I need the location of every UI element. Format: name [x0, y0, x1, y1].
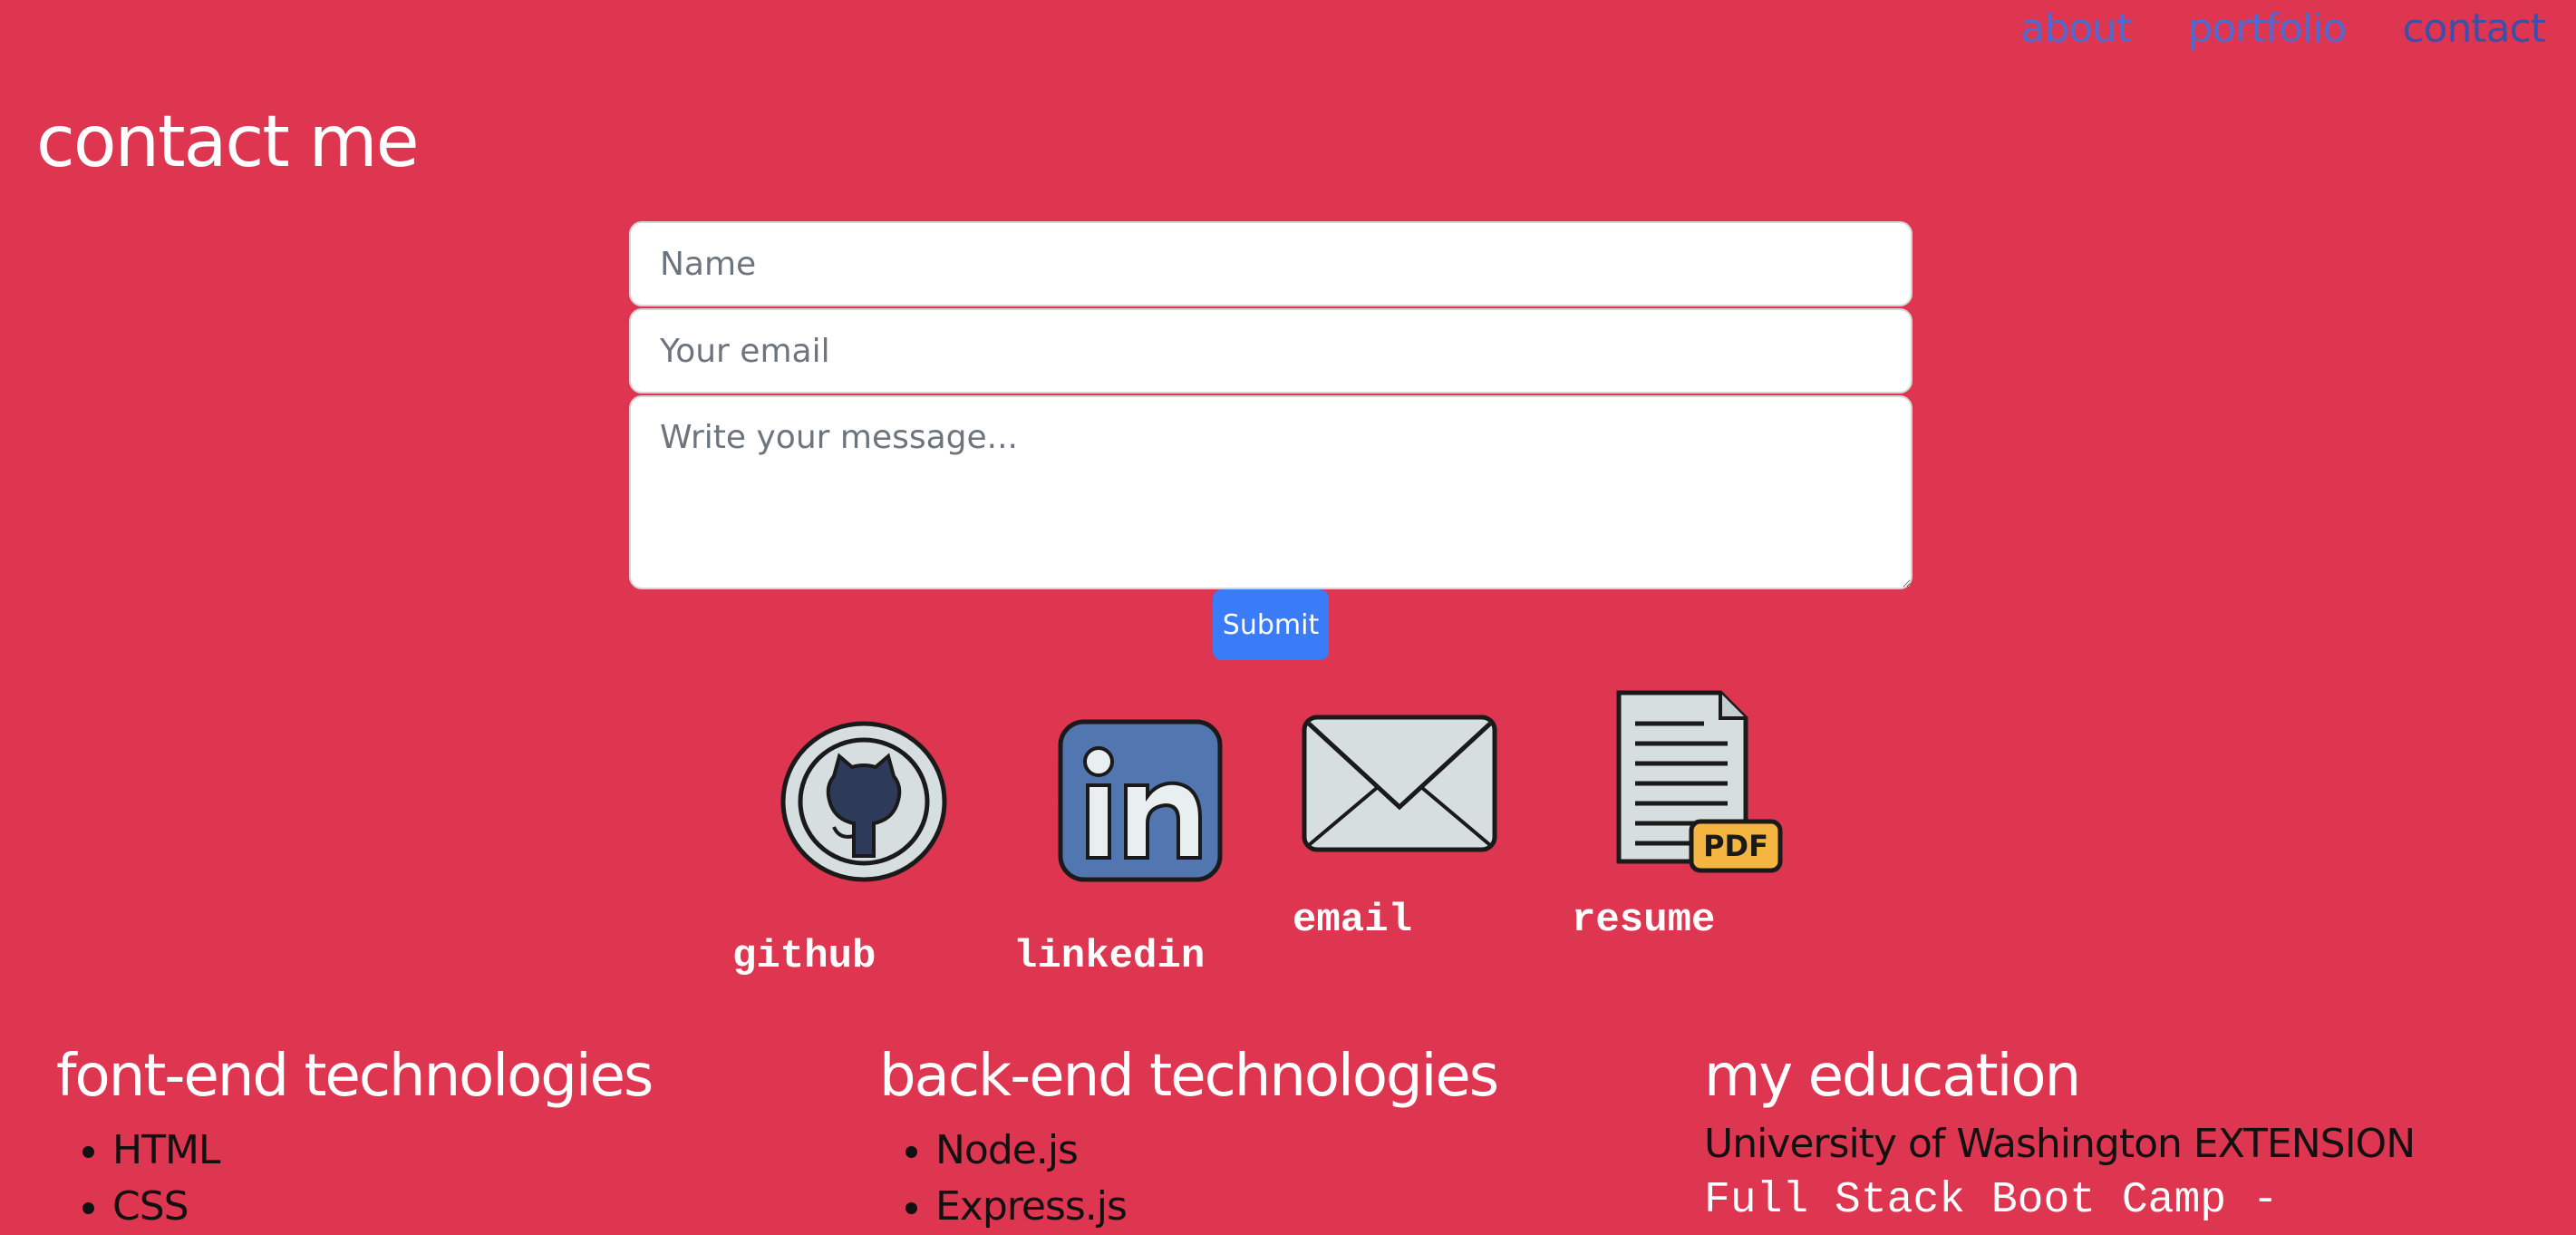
- list-item: CSS: [112, 1179, 652, 1235]
- github-label[interactable]: github: [732, 934, 876, 979]
- backend-list: Node.js Express.js: [879, 1123, 1497, 1235]
- email-input[interactable]: [629, 308, 1913, 394]
- email-link[interactable]: [1300, 713, 1499, 859]
- github-link[interactable]: [780, 720, 948, 888]
- backend-section: back-end technologies Node.js Express.js: [879, 1043, 1499, 1235]
- education-program: Full Stack Boot Camp -: [1704, 1176, 2279, 1225]
- nav-link-portfolio[interactable]: portfolio: [2187, 5, 2347, 52]
- github-icon: [780, 721, 947, 882]
- education-title: my education: [1704, 1043, 2081, 1110]
- education-school: University of Washington EXTENSION: [1704, 1121, 2416, 1167]
- pdf-document-icon: PDF: [1616, 690, 1783, 873]
- page-title: contact me: [36, 102, 420, 183]
- nav-link-contact[interactable]: contact: [2402, 5, 2546, 52]
- submit-button[interactable]: Submit: [1213, 589, 1329, 660]
- list-item: Express.js: [935, 1179, 1497, 1235]
- frontend-title: font-end technologies: [56, 1043, 654, 1110]
- svg-text:PDF: PDF: [1703, 829, 1768, 863]
- linkedin-label[interactable]: linkedin: [1013, 934, 1205, 979]
- frontend-section: font-end technologies HTML CSS: [56, 1043, 654, 1235]
- frontend-list: HTML CSS: [56, 1123, 652, 1235]
- resume-link[interactable]: PDF: [1613, 687, 1786, 882]
- education-section: my education University of Washington EX…: [1704, 1043, 2416, 1225]
- message-textarea[interactable]: [629, 395, 1913, 589]
- list-item: Node.js: [935, 1123, 1497, 1179]
- name-input[interactable]: [629, 221, 1913, 306]
- list-item: HTML: [112, 1123, 652, 1179]
- email-label[interactable]: email: [1293, 898, 1412, 943]
- nav-link-about[interactable]: about: [2020, 5, 2132, 52]
- contact-form: [629, 221, 1913, 589]
- top-nav: about portfolio contact: [2020, 5, 2546, 52]
- linkedin-icon: [1058, 719, 1223, 882]
- linkedin-link[interactable]: [1057, 718, 1225, 890]
- envelope-icon: [1302, 715, 1497, 852]
- resume-label[interactable]: resume: [1572, 898, 1715, 943]
- backend-title: back-end technologies: [879, 1043, 1499, 1110]
